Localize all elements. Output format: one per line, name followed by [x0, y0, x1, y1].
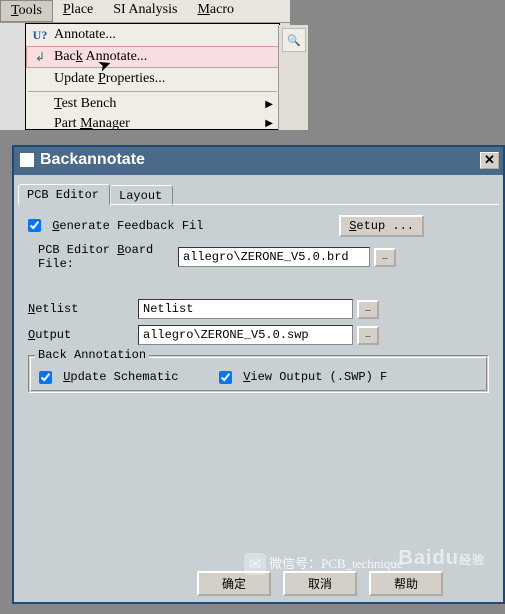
- back-annotate-icon: ↲: [32, 49, 48, 65]
- checkbox-label: Generate Feedback Fil: [52, 219, 203, 233]
- submenu-arrow-icon: ▶: [265, 99, 273, 110]
- tab-pcb-editor[interactable]: PCB Editor: [18, 184, 110, 205]
- browse-output-button[interactable]: …: [357, 326, 379, 345]
- menu-separator: [28, 91, 277, 92]
- board-file-label: PCB Editor Board File:: [38, 243, 178, 271]
- tab-panel: Generate Feedback Fil Setup ... PCB Edit…: [18, 204, 499, 579]
- dialog-title: Backannotate: [40, 151, 145, 169]
- menu-tools[interactable]: Tools: [0, 0, 53, 22]
- menu-test-bench[interactable]: Test Bench ▶: [26, 93, 279, 115]
- output-input[interactable]: [138, 325, 353, 345]
- view-output-checkbox-label[interactable]: View Output (.SWP) F: [219, 370, 387, 384]
- menu-back-annotate[interactable]: ↲ Back Annotate...: [26, 46, 279, 68]
- toolbar-fragment: 🔍: [278, 25, 308, 130]
- generate-feedback-checkbox-label[interactable]: Generate Feedback Fil: [28, 219, 203, 233]
- tools-dropdown: U? Annotate... ↲ Back Annotate... Update…: [25, 23, 280, 130]
- cancel-button[interactable]: 取消: [283, 571, 357, 596]
- view-output-checkbox[interactable]: [219, 371, 232, 384]
- browse-netlist-button[interactable]: …: [357, 300, 379, 319]
- menu-item-label: Update Properties...: [54, 71, 273, 87]
- board-file-input[interactable]: [178, 247, 370, 267]
- netlist-label: Netlist: [28, 302, 138, 316]
- checkbox-label: Update Schematic: [63, 370, 178, 384]
- ok-button[interactable]: 确定: [197, 571, 271, 596]
- menu-part-manager[interactable]: Part Manager ▶: [26, 115, 279, 129]
- menu-item-label: Part Manager: [54, 116, 265, 130]
- menu-item-label: Back Annotate...: [54, 49, 273, 65]
- tab-layout[interactable]: Layout: [110, 185, 173, 206]
- setup-button[interactable]: Setup ...: [339, 215, 424, 237]
- tabstrip: PCB Editor Layout: [14, 175, 503, 204]
- groupbox-title: Back Annotation: [35, 348, 149, 362]
- menu-annotate[interactable]: U? Annotate...: [26, 24, 279, 46]
- menu-place[interactable]: Place: [53, 0, 103, 22]
- blank-icon: [32, 96, 48, 112]
- checkbox-label: View Output (.SWP) F: [243, 370, 387, 384]
- menu-update-properties[interactable]: Update Properties...: [26, 68, 279, 90]
- menu-macro[interactable]: Macro: [187, 0, 244, 22]
- titlebar: Backannotate ✕: [14, 147, 503, 175]
- menu-si-analysis[interactable]: SI Analysis: [103, 0, 187, 22]
- generate-feedback-checkbox[interactable]: [28, 219, 41, 232]
- backannotate-dialog: Backannotate ✕ PCB Editor Layout Generat…: [12, 145, 505, 604]
- output-label: Output: [28, 328, 138, 342]
- blank-icon: [32, 116, 48, 130]
- toolbar-button[interactable]: 🔍: [282, 28, 306, 52]
- browse-board-button[interactable]: …: [374, 248, 396, 267]
- netlist-input[interactable]: [138, 299, 353, 319]
- update-schematic-checkbox-label[interactable]: Update Schematic: [39, 370, 219, 384]
- menu-item-label: Test Bench: [54, 96, 265, 112]
- menu-item-label: Annotate...: [54, 27, 273, 43]
- close-button[interactable]: ✕: [480, 152, 499, 169]
- dialog-button-row: 确定 取消 帮助: [197, 571, 443, 596]
- help-button[interactable]: 帮助: [369, 571, 443, 596]
- blank-icon: [32, 71, 48, 87]
- submenu-arrow-icon: ▶: [265, 118, 273, 129]
- dialog-icon: [20, 153, 34, 167]
- back-annotation-group: Back Annotation Update Schematic View Ou…: [28, 355, 489, 393]
- annotate-icon: U?: [32, 27, 48, 43]
- menubar: Tools Place SI Analysis Macro: [0, 0, 290, 23]
- update-schematic-checkbox[interactable]: [39, 371, 52, 384]
